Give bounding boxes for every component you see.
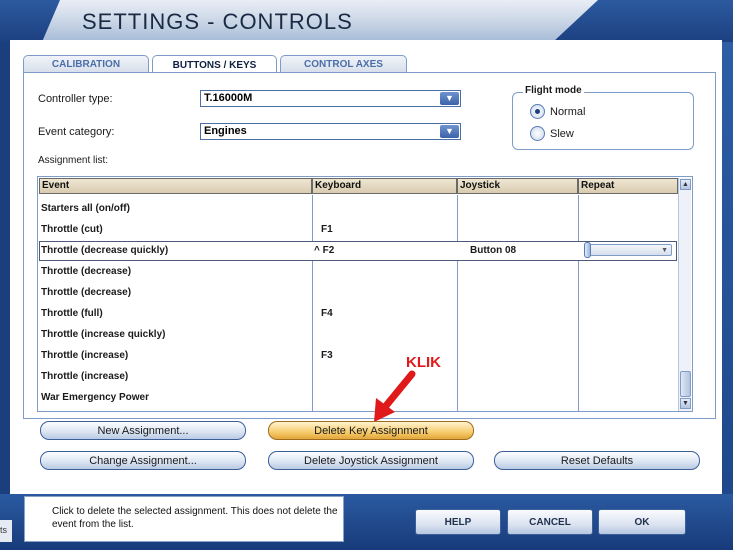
event-category-select[interactable]: Engines ▼	[200, 123, 461, 140]
event-category-label: Event category:	[38, 126, 115, 138]
flight-mode-group: Flight mode Normal Slew	[512, 85, 694, 150]
window-left-edge	[0, 0, 10, 550]
table-row-event[interactable]: Throttle (cut)	[41, 224, 103, 235]
table-row-event[interactable]: Starters all (on/off)	[41, 203, 130, 214]
controller-type-label: Controller type:	[38, 93, 113, 105]
table-row-event[interactable]: Throttle (decrease quickly)	[41, 245, 168, 256]
tab-control-axes[interactable]: CONTROL AXES	[280, 55, 407, 73]
title-bar: SETTINGS - CONTROLS	[0, 0, 733, 42]
scrollbar-thumb[interactable]	[680, 371, 691, 397]
change-assignment-button[interactable]: Change Assignment...	[40, 451, 246, 470]
delete-joystick-assignment-button[interactable]: Delete Joystick Assignment	[268, 451, 474, 470]
chevron-down-icon[interactable]: ▼	[440, 125, 459, 138]
table-row-keyboard[interactable]: F4	[321, 308, 333, 319]
table-row-event[interactable]: Throttle (decrease)	[41, 287, 131, 298]
reset-defaults-button[interactable]: Reset Defaults	[494, 451, 700, 470]
flight-mode-legend: Flight mode	[523, 85, 584, 96]
window-title: SETTINGS - CONTROLS	[82, 9, 353, 34]
scroll-down-icon[interactable]: ▼	[680, 398, 691, 409]
help-button[interactable]: HELP	[415, 509, 501, 535]
column-header-repeat[interactable]: Repeat	[578, 178, 678, 194]
table-row-event[interactable]: Throttle (increase)	[41, 371, 128, 382]
controller-type-select[interactable]: T.16000M ▼	[200, 90, 461, 107]
table-row-keyboard[interactable]: F3	[321, 350, 333, 361]
title-notch-right	[553, 0, 733, 42]
table-scrollbar[interactable]: ▲ ▼	[678, 178, 691, 411]
event-category-value: Engines	[204, 125, 247, 137]
assignment-table: Event Keyboard Joystick Repeat Starters …	[37, 176, 693, 412]
ok-button[interactable]: OK	[598, 509, 686, 535]
table-row-event[interactable]: Throttle (increase quickly)	[41, 329, 165, 340]
column-header-joystick[interactable]: Joystick	[457, 178, 578, 194]
column-divider	[578, 195, 579, 411]
repeat-slider-knob[interactable]	[584, 242, 591, 258]
left-stub-text: ts	[0, 520, 12, 542]
table-row-keyboard[interactable]: F1	[321, 224, 333, 235]
table-row-event[interactable]: Throttle (full)	[41, 308, 103, 319]
scroll-up-icon[interactable]: ▲	[680, 179, 691, 190]
radio-slew-label[interactable]: Slew	[550, 128, 574, 140]
radio-normal[interactable]	[530, 104, 545, 119]
table-row-keyboard[interactable]: ^ F2	[314, 245, 334, 256]
table-row-joystick[interactable]: Button 08	[470, 245, 516, 256]
column-header-event[interactable]: Event	[39, 178, 312, 194]
column-divider	[457, 195, 458, 411]
help-text: Click to delete the selected assignment.…	[52, 506, 338, 530]
repeat-slider[interactable]: ▼	[584, 242, 672, 258]
column-divider	[312, 195, 313, 411]
chevron-down-icon[interactable]: ▼	[440, 92, 459, 105]
delete-key-assignment-button[interactable]: Delete Key Assignment	[268, 421, 474, 440]
help-text-box: Click to delete the selected assignment.…	[24, 496, 344, 542]
radio-slew[interactable]	[530, 126, 545, 141]
new-assignment-button[interactable]: New Assignment...	[40, 421, 246, 440]
assignment-list-label: Assignment list:	[38, 155, 109, 166]
cancel-button[interactable]: CANCEL	[507, 509, 593, 535]
controller-type-value: T.16000M	[204, 92, 253, 104]
red-arrow-icon	[374, 370, 416, 422]
table-row-event[interactable]: Throttle (decrease)	[41, 266, 131, 277]
title-notch-left	[0, 0, 60, 42]
table-row-event[interactable]: Throttle (increase)	[41, 350, 128, 361]
tab-calibration[interactable]: CALIBRATION	[23, 55, 149, 73]
table-row-event[interactable]: War Emergency Power	[41, 392, 149, 403]
slider-end-icon: ▼	[661, 247, 668, 254]
radio-normal-label[interactable]: Normal	[550, 106, 585, 118]
column-header-keyboard[interactable]: Keyboard	[312, 178, 457, 194]
